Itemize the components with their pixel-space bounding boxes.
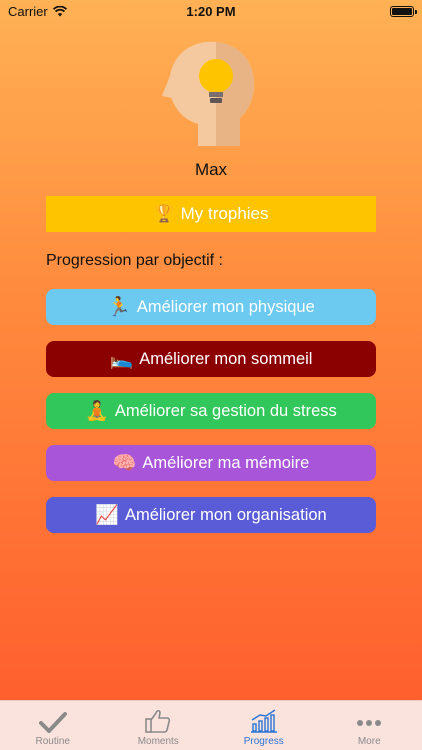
- progress-chart-icon: [250, 709, 277, 733]
- checkmark-icon: [38, 712, 67, 733]
- goal-label: Améliorer mon sommeil: [139, 349, 313, 368]
- tab-bar: Routine Moments Progress More: [0, 700, 422, 750]
- chart-increasing-icon: 📈: [95, 505, 119, 526]
- tab-progress[interactable]: Progress: [211, 701, 317, 750]
- goal-label: Améliorer sa gestion du stress: [114, 401, 337, 420]
- carrier-label: Carrier: [8, 3, 48, 19]
- tab-label: More: [357, 736, 381, 747]
- trophy-icon: 🏆: [153, 204, 175, 223]
- tab-routine[interactable]: Routine: [0, 701, 106, 750]
- more-dots-icon: [357, 720, 382, 726]
- goal-button-sommeil[interactable]: 🛌 Améliorer mon sommeil: [46, 341, 376, 377]
- tab-label: Moments: [137, 736, 179, 747]
- status-bar: Carrier 1:20 PM: [0, 0, 422, 22]
- goal-button-memoire[interactable]: 🧠 Améliorer ma mémoire: [46, 445, 376, 481]
- my-trophies-label: My trophies: [180, 204, 269, 223]
- tab-label: Progress: [243, 736, 284, 747]
- goal-label: Améliorer mon physique: [136, 297, 315, 316]
- tab-moments[interactable]: Moments: [106, 701, 212, 750]
- bed-icon: 🛌: [109, 349, 134, 370]
- my-trophies-button[interactable]: 🏆 My trophies: [46, 196, 376, 232]
- battery-icon: [390, 5, 417, 17]
- goal-label: Améliorer mon organisation: [124, 505, 327, 524]
- meditation-icon: 🧘: [85, 401, 109, 422]
- tab-label: Routine: [35, 736, 70, 747]
- profile-name: Max: [194, 160, 228, 179]
- tab-more[interactable]: More: [317, 701, 422, 750]
- brain-icon: 🧠: [112, 453, 137, 474]
- goal-button-physique[interactable]: 🏃 Améliorer mon physique: [46, 289, 376, 325]
- section-title: Progression par objectif :: [46, 252, 223, 269]
- goal-label: Améliorer ma mémoire: [142, 453, 310, 472]
- running-icon: 🏃: [107, 297, 131, 318]
- head-lightbulb-icon: [162, 41, 254, 146]
- goal-button-organisation[interactable]: 📈 Améliorer mon organisation: [46, 497, 376, 533]
- thumbs-up-icon: [145, 709, 171, 733]
- wifi-icon: [52, 5, 67, 16]
- goal-button-stress[interactable]: 🧘 Améliorer sa gestion du stress: [46, 393, 376, 429]
